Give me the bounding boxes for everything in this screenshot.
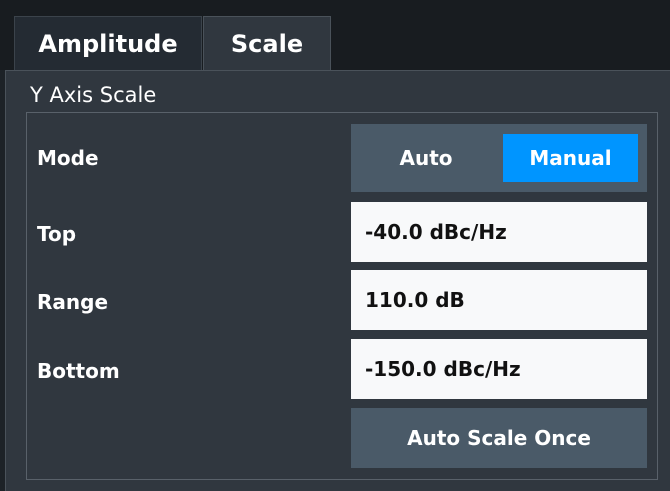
tab-scale[interactable]: Scale (203, 16, 331, 72)
top-field[interactable]: -40.0 dBc/Hz (351, 202, 647, 262)
bottom-field[interactable]: -150.0 dBc/Hz (351, 339, 647, 399)
mode-auto-button[interactable]: Auto (351, 124, 501, 192)
tab-bar: Amplitude Scale (0, 0, 670, 72)
top-label: Top (37, 222, 77, 246)
tab-amplitude[interactable]: Amplitude (14, 16, 202, 70)
mode-label: Mode (37, 146, 99, 170)
range-field[interactable]: 110.0 dB (351, 270, 647, 330)
group-title: Y Axis Scale (30, 83, 157, 107)
mode-toggle: Auto Manual (351, 124, 647, 192)
auto-scale-once-button[interactable]: Auto Scale Once (351, 408, 647, 468)
bottom-label: Bottom (37, 359, 120, 383)
mode-manual-button[interactable]: Manual (503, 134, 638, 182)
range-label: Range (37, 290, 109, 314)
